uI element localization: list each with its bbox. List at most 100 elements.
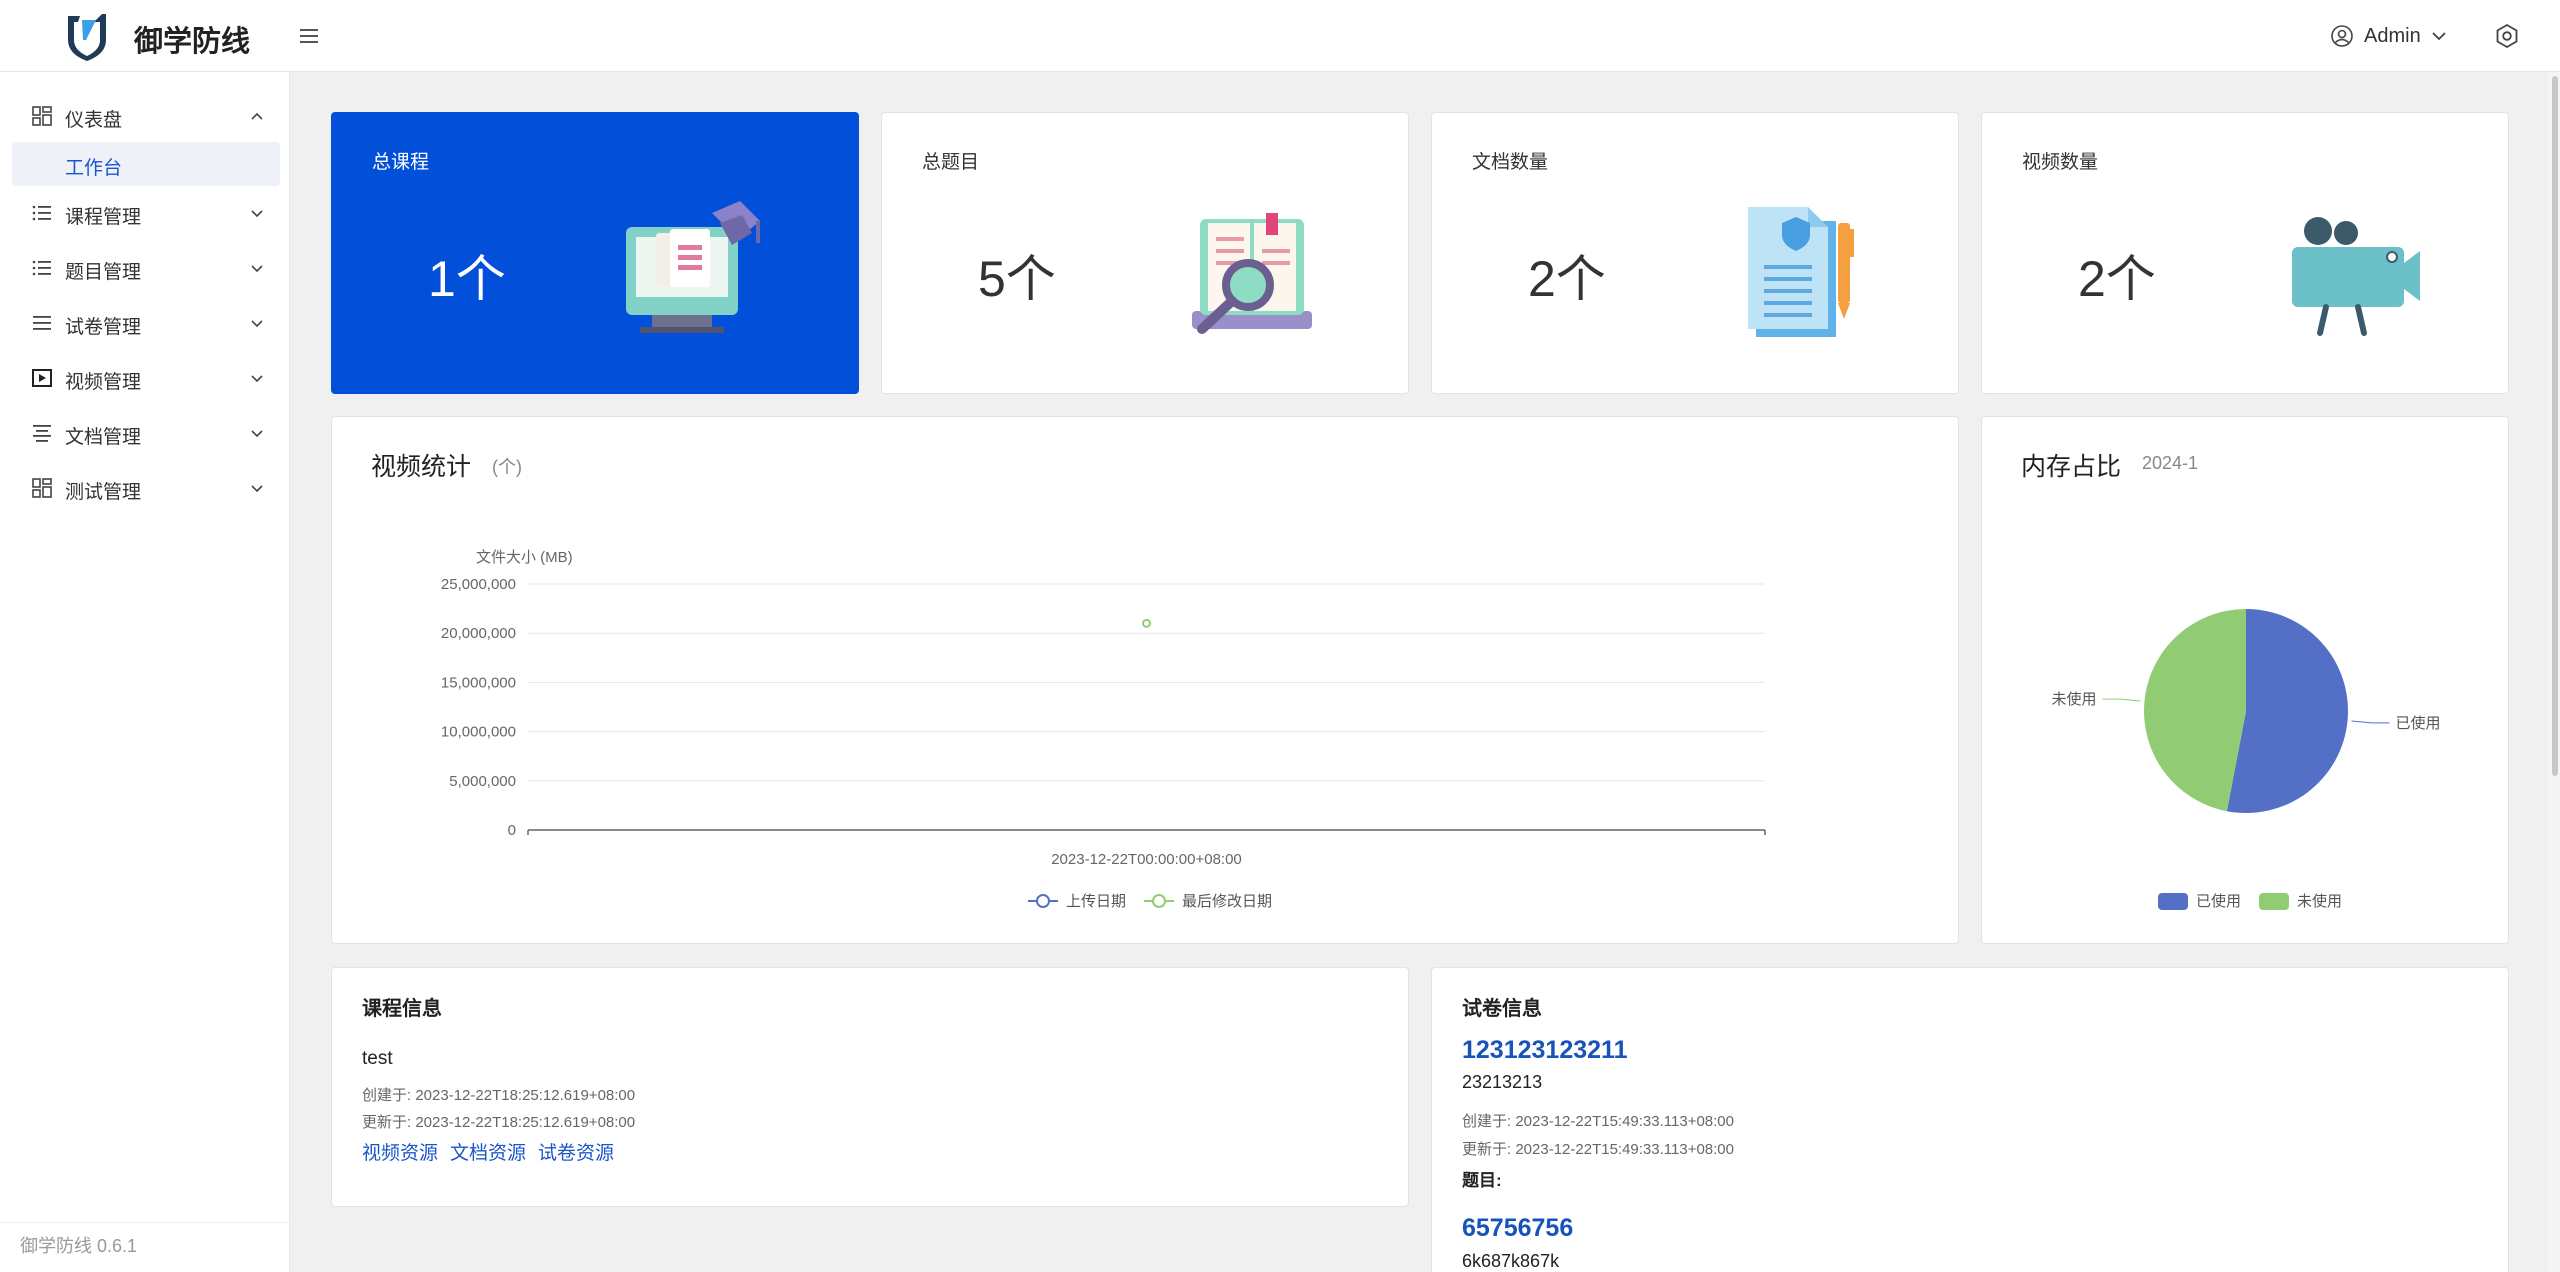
chevron-down-icon [251,485,263,493]
user-avatar-icon [2331,25,2353,47]
hamburger-icon[interactable] [298,24,322,48]
sidebar: 仪表盘 工作台 课程管理 题目管理 试卷管理 视频管理 文档管理 测试管理 御学… [0,72,290,1272]
stat-card-documents[interactable]: 文档数量 2个 [1431,112,1959,394]
pie-slice-label: 已使用 [2395,715,2440,732]
document-resource-link[interactable]: 文档资源 [450,1138,526,1165]
stat-value: 1个 [428,251,506,307]
sidebar-item-questions[interactable]: 题目管理 [10,246,280,290]
book-magnifier-illustration-icon [1192,213,1312,334]
sidebar-subitem-workbench[interactable]: 工作台 [12,142,280,186]
x-tick-label: 2023-12-22T00:00:00+08:00 [1051,851,1242,868]
user-menu[interactable]: Admin [2330,20,2447,52]
chevron-down-icon [251,320,263,328]
gear-icon[interactable] [2494,23,2520,49]
sidebar-item-label: 试卷管理 [65,317,142,338]
app-title: 御学防线 [134,26,251,58]
sidebar-item-label: 文档管理 [65,427,142,448]
y-tick-label: 15,000,000 [441,674,516,691]
dashboard-icon [32,106,52,126]
chevron-down-icon [251,375,263,383]
course-updated: 更新于: 2023-12-22T18:25:12.619+08:00 [362,1114,636,1131]
divider [0,1222,290,1223]
document-pen-illustration-icon [1748,207,1854,337]
user-name: Admin [2364,24,2421,47]
panel-title: 课程信息 [362,998,442,1020]
memory-panel: 内存占比 2024-1 已使用 未使用 已使用 未使用 [1981,416,2509,944]
y-tick-label: 0 [508,822,516,839]
chevron-down-icon [251,430,263,438]
pie-label-line [2351,720,2390,724]
y-tick-label: 10,000,000 [441,724,516,741]
video-stats-panel: 视频统计 (个) 文件大小 (MB) 25,000,000 20,000,000 15… [331,416,1959,944]
legend-marker [1036,894,1050,908]
questions-label: 题目: [1462,1171,1502,1190]
shield-logo-icon[interactable] [64,10,110,62]
legend-marker [1152,894,1166,908]
pie-label-line [2102,698,2141,702]
sidebar-item-label: 课程管理 [65,207,142,228]
stat-title: 视频数量 [2022,152,2099,173]
video-resource-link[interactable]: 视频资源 [362,1138,438,1165]
stat-title: 总课程 [372,152,430,173]
sidebar-item-label: 测试管理 [65,482,142,503]
content-scrollbar-thumb[interactable] [2552,76,2558,776]
data-point [1142,618,1151,628]
legend-label: 已使用 [2196,893,2241,910]
pie-slice-label: 未使用 [2052,691,2097,708]
sidebar-item-tests[interactable]: 测试管理 [10,466,280,510]
sidebar-item-label: 题目管理 [65,262,142,283]
course-info-panel: 课程信息 test 创建于: 2023-12-22T18:25:12.619+0… [331,967,1409,1207]
chevron-up-icon [251,112,263,120]
stat-value: 2个 [2078,251,2156,307]
paper-info-panel: 试卷信息 123123123211 23213213 创建于: 2023-12-… [1431,967,2509,1272]
question-name-link[interactable]: 65756756 [1462,1214,1573,1243]
video-stats-chart[interactable]: 文件大小 (MB) 25,000,000 20,000,000 15,000,000 1… [332,417,1960,945]
paper-description: 23213213 [1462,1072,1543,1092]
memory-pie-chart[interactable]: 已使用未使用已使用 未使用 [1982,417,2510,945]
stat-title: 总题目 [922,152,980,173]
y-tick-label: 25,000,000 [441,576,516,593]
stat-card-courses[interactable]: 总课程 1个 [331,112,859,394]
sidebar-item-courses[interactable]: 课程管理 [10,191,280,235]
dashboard-icon [32,478,52,498]
sidebar-item-label: 仪表盘 [65,110,123,131]
sidebar-item-papers[interactable]: 试卷管理 [10,301,280,345]
paper-name-link[interactable]: 123123123211 [1462,1036,1627,1065]
stat-card-videos[interactable]: 视频数量 2个 [1981,112,2509,394]
chevron-down-icon [251,210,263,218]
panel-title: 试卷信息 [1462,998,1542,1020]
course-name: test [362,1048,393,1069]
course-created: 创建于: 2023-12-22T18:25:12.619+08:00 [362,1087,636,1104]
stat-card-questions[interactable]: 总题目 5个 [881,112,1409,394]
paper-created: 创建于: 2023-12-22T15:49:33.113+08:00 [1462,1113,1734,1130]
stat-value: 2个 [1528,251,1606,307]
legend-label: 最后修改日期 [1182,893,1272,910]
paper-resource-link[interactable]: 试卷资源 [538,1138,614,1165]
course-computer-illustration-icon [626,201,760,333]
app-version: 御学防线 0.6.1 [20,1236,138,1256]
sidebar-subitem-label: 工作台 [65,158,123,179]
question-description: 6k687k867k [1462,1251,1560,1271]
legend-label: 未使用 [2297,893,2342,910]
top-header: 御学防线 Admin [0,0,2560,72]
chevron-down-icon [2432,32,2446,41]
chevron-down-icon [251,265,263,273]
y-tick-label: 20,000,000 [441,625,516,642]
y-axis-label: 文件大小 (MB) [476,549,573,566]
sidebar-item-documents[interactable]: 文档管理 [10,411,280,455]
sidebar-item-videos[interactable]: 视频管理 [10,356,280,400]
legend-label: 上传日期 [1066,893,1126,910]
legend-swatch [2259,893,2289,910]
stat-value: 5个 [978,251,1056,307]
legend-swatch [2158,893,2188,910]
pie-slice [2144,609,2246,812]
video-camera-illustration-icon [2292,217,2420,336]
menu-lines-icon [33,316,51,330]
y-tick-label: 5,000,000 [449,773,516,790]
video-play-icon [32,369,52,387]
sidebar-item-dashboard[interactable]: 仪表盘 [10,94,280,138]
document-lines-icon [33,425,51,442]
stat-title: 文档数量 [1472,152,1549,173]
sidebar-item-label: 视频管理 [65,372,142,393]
course-resource-links: 视频资源 文档资源 试卷资源 [362,1138,614,1165]
